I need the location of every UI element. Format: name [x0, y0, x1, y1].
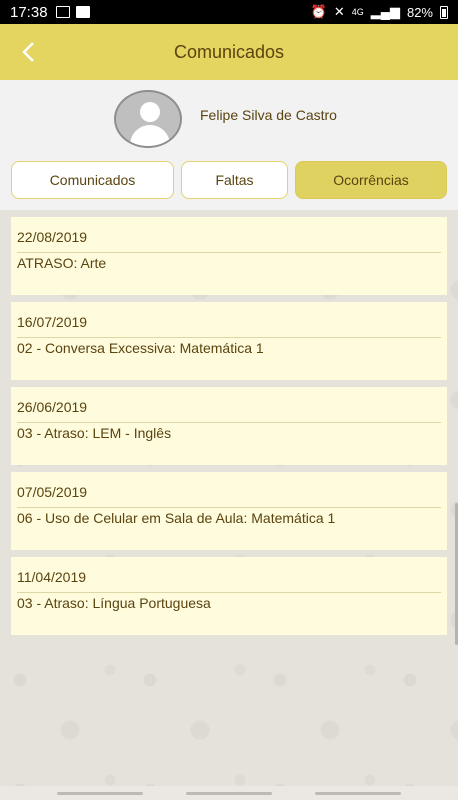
- list-item[interactable]: 11/04/2019 03 - Atraso: Língua Portugues…: [11, 557, 447, 635]
- battery-percent: 82%: [406, 4, 433, 20]
- gallery-notification-icon: [55, 6, 70, 18]
- divider: [17, 592, 441, 593]
- entry-description: ATRASO: Arte: [17, 255, 107, 271]
- list-item[interactable]: 07/05/2019 06 - Uso de Celular em Sala d…: [11, 472, 447, 550]
- entry-date: 11/04/2019: [17, 569, 87, 585]
- app-notification-icon: [75, 6, 90, 18]
- entry-description: 03 - Atraso: Língua Portuguesa: [17, 595, 211, 611]
- entry-date: 22/08/2019: [17, 229, 88, 245]
- list-item[interactable]: 26/06/2019 03 - Atraso: LEM - Inglês: [11, 387, 447, 465]
- network-type: 4G: [351, 7, 364, 17]
- signal-icon: ▂▄▆: [370, 4, 400, 19]
- divider: [17, 507, 441, 508]
- divider: [17, 252, 441, 253]
- status-time: 17:38: [10, 3, 48, 21]
- alarm-icon: ⏰: [310, 4, 327, 19]
- entry-description: 02 - Conversa Excessiva: Matemática 1: [17, 340, 264, 356]
- entry-date: 26/06/2019: [17, 399, 88, 415]
- page-title: Comunicados: [173, 41, 285, 62]
- student-name: Felipe Silva de Castro: [200, 107, 337, 123]
- tab-comunicados[interactable]: Comunicados: [11, 161, 174, 199]
- mute-icon: ✕: [333, 4, 345, 19]
- tab-ocorrencias[interactable]: Ocorrências: [295, 161, 447, 199]
- chevron-left-icon: [22, 42, 34, 62]
- nav-home[interactable]: [186, 792, 272, 795]
- entry-description: 03 - Atraso: LEM - Inglês: [17, 425, 172, 441]
- list-item[interactable]: 16/07/2019 02 - Conversa Excessiva: Mate…: [11, 302, 447, 380]
- entry-description: 06 - Uso de Celular em Sala de Aula: Mat…: [17, 510, 336, 526]
- user-avatar-icon: [114, 90, 182, 148]
- tab-faltas[interactable]: Faltas: [181, 161, 288, 199]
- nav-back[interactable]: [315, 792, 401, 795]
- tab-bar: Comunicados Faltas Ocorrências: [11, 161, 447, 199]
- list-item[interactable]: 22/08/2019 ATRASO: Arte: [11, 217, 447, 295]
- occurrences-list: 22/08/2019 ATRASO: Arte 16/07/2019 02 - …: [0, 210, 458, 800]
- battery-icon: [440, 5, 448, 19]
- divider: [17, 337, 441, 338]
- system-nav-bar: [0, 786, 458, 800]
- entry-date: 07/05/2019: [17, 484, 88, 500]
- app-bar: Comunicados: [0, 24, 458, 80]
- divider: [17, 422, 441, 423]
- entry-date: 16/07/2019: [17, 314, 88, 330]
- status-bar: 17:38 ⏰ ✕ 4G ▂▄▆ 82%: [0, 0, 458, 24]
- back-button[interactable]: [12, 36, 44, 68]
- nav-recents[interactable]: [57, 792, 143, 795]
